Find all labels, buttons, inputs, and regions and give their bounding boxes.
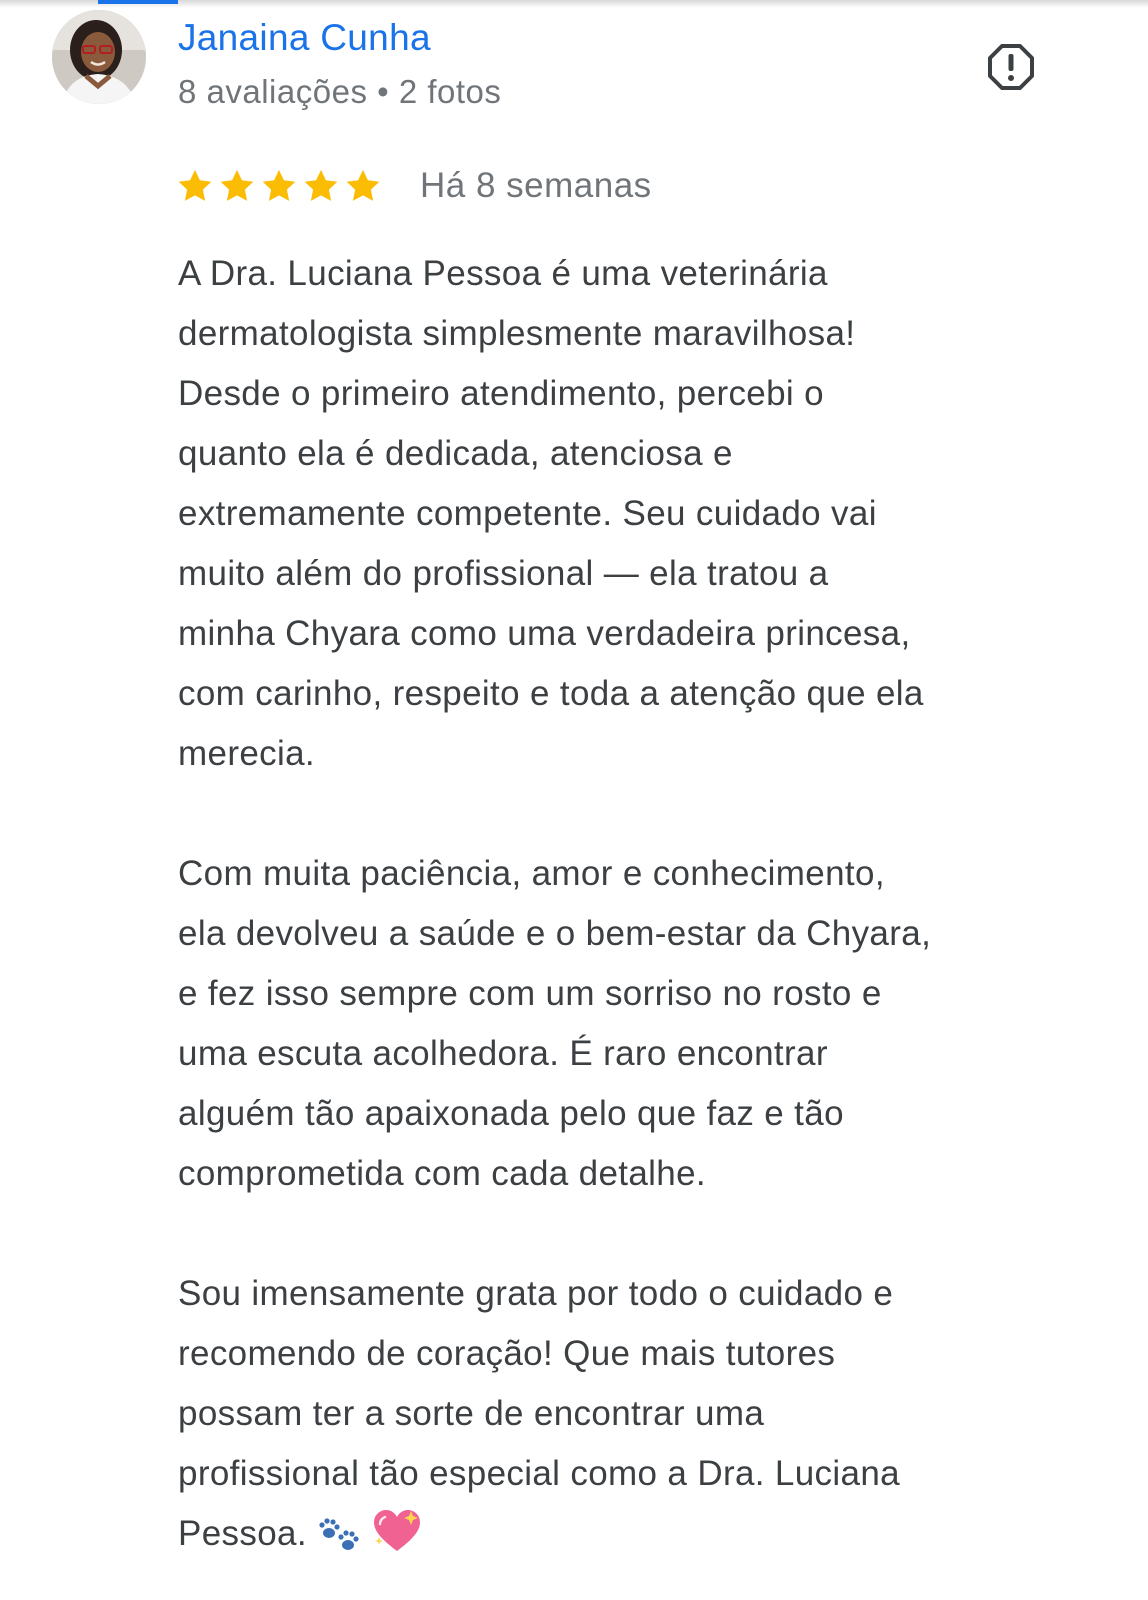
review-line: possam ter a sorte de encontrar uma [178,1394,765,1433]
star-icon [304,169,338,201]
review-line: comprometida com cada detalhe. [178,1154,706,1193]
active-tab-indicator [98,0,178,4]
reviewer-avatar[interactable] [52,10,146,104]
rating-row: Há 8 semanas [176,162,652,210]
review-line: profissional tão especial como a Dra. Lu… [178,1454,900,1493]
review-line: ela devolveu a saúde e o bem-estar da Ch… [178,914,932,953]
review-date: Há 8 semanas [420,166,652,205]
review-line: muito além do profissional — ela tratou … [178,554,829,593]
review-paragraph: Com muita paciência, amor e conhecimento… [178,844,1108,1204]
review-text: A Dra. Luciana Pessoa é uma veterinária d… [178,244,1108,1574]
review-line: Com muita paciência, amor e conhecimento… [178,854,885,893]
reviewer-name[interactable]: Janaina Cunha [178,16,431,60]
review-paragraph: A Dra. Luciana Pessoa é uma veterinária d… [178,244,1108,784]
star-icon [220,169,254,201]
review-line: extremamente competente. Seu cuidado vai [178,494,877,533]
star-icon [262,169,296,201]
reviewer-meta: 8 avaliações • 2 fotos [178,73,502,110]
review-line: recomendo de coração! Que mais tutores [178,1334,836,1373]
review-line: alguém tão apaixonada pelo que faz e tão [178,1094,844,1133]
review-line: Desde o primeiro atendimento, percebi o [178,374,824,413]
star-icon [178,169,212,201]
review-line: merecia. [178,734,316,773]
sparkling-heart-emoji [371,1507,423,1574]
review-line: dermatologista simplesmente maravilhosa! [178,314,856,353]
review-line: A Dra. Luciana Pessoa é uma veterinária [178,254,828,293]
avatar-photo-icon [52,10,146,104]
report-flag-icon [988,44,1034,90]
review-line: uma escuta acolhedora. É raro encontrar [178,1034,828,1073]
review-line: quanto ela é dedicada, atenciosa e [178,434,733,473]
review-line: e fez isso sempre com um sorriso no rost… [178,974,882,1013]
review-line: Pessoa. [178,1504,1108,1574]
star-rating [176,167,382,205]
review-paragraph: Sou imensamente grata por todo o cuidado… [178,1264,1108,1574]
review-line: Sou imensamente grata por todo o cuidado… [178,1274,894,1313]
report-review-button[interactable] [984,40,1038,94]
star-icon [346,169,380,201]
review-line: com carinho, respeito e toda a atenção q… [178,674,924,713]
review-line: minha Chyara como uma verdadeira princes… [178,614,911,653]
paw-prints-emoji [315,1511,363,1574]
